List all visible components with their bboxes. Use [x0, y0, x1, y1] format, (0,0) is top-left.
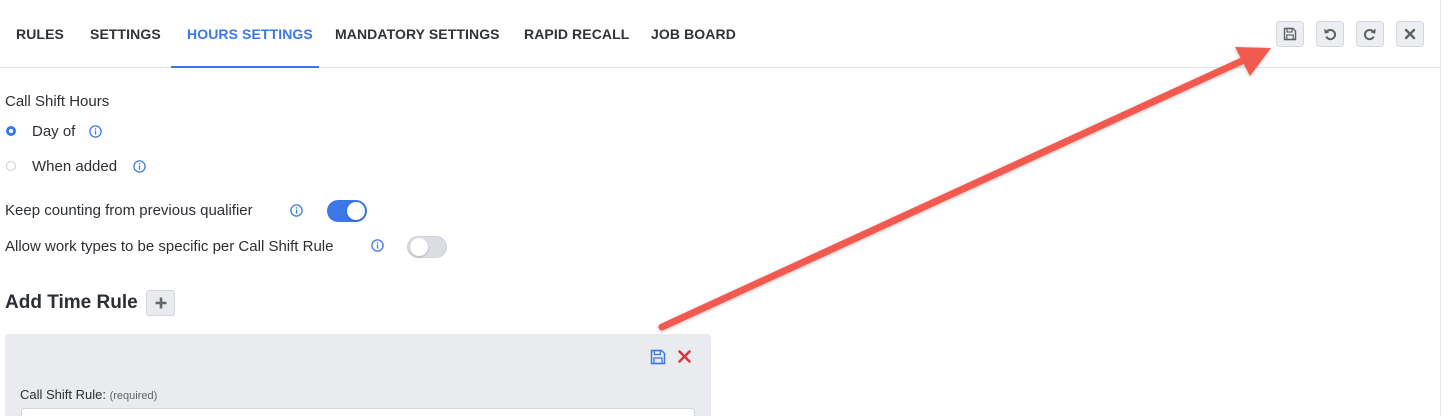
time-rule-card: Call Shift Rule: (required): [5, 334, 711, 416]
call-shift-rule-label: Call Shift Rule: (required): [20, 387, 157, 402]
undo-icon: [1324, 28, 1337, 41]
radio-when-added[interactable]: [6, 161, 16, 171]
radio-when-added-label[interactable]: When added: [32, 158, 117, 175]
save-icon: [1283, 27, 1297, 41]
save-button[interactable]: [1276, 21, 1304, 47]
radio-day-of[interactable]: [6, 126, 16, 136]
tab-rapid-recall[interactable]: RAPID RECALL: [524, 0, 629, 67]
scrollbar-track: [1440, 0, 1441, 416]
delete-icon[interactable]: [677, 349, 692, 364]
redo-icon: [1363, 28, 1376, 41]
info-icon[interactable]: [371, 239, 384, 252]
keep-counting-toggle[interactable]: [327, 200, 367, 222]
keep-counting-label: Keep counting from previous qualifier: [5, 202, 253, 219]
tab-hours-settings[interactable]: HOURS SETTINGS: [187, 0, 313, 67]
allow-work-types-label: Allow work types to be specific per Call…: [5, 238, 334, 255]
redo-button[interactable]: [1356, 21, 1384, 47]
close-icon: [1404, 28, 1416, 40]
call-shift-rule-label-text: Call Shift Rule:: [20, 387, 106, 402]
hours-settings-page: RULES SETTINGS HOURS SETTINGS MANDATORY …: [0, 0, 1454, 416]
close-button[interactable]: [1396, 21, 1424, 47]
add-time-rule-button[interactable]: [146, 290, 175, 316]
call-shift-hours-label: Call Shift Hours: [5, 93, 110, 110]
active-tab-indicator: [171, 66, 319, 68]
radio-day-of-label[interactable]: Day of: [32, 123, 75, 140]
tab-settings[interactable]: SETTINGS: [90, 0, 161, 67]
call-shift-rule-select[interactable]: [21, 408, 695, 416]
add-time-rule-heading: Add Time Rule: [5, 292, 138, 313]
undo-button[interactable]: [1316, 21, 1344, 47]
info-icon[interactable]: [89, 125, 102, 138]
tab-bar: RULES SETTINGS HOURS SETTINGS MANDATORY …: [0, 0, 1440, 68]
tab-job-board[interactable]: JOB BOARD: [651, 0, 736, 67]
toggle-knob: [410, 238, 428, 256]
tab-rules[interactable]: RULES: [16, 0, 64, 67]
tab-mandatory-settings[interactable]: MANDATORY SETTINGS: [335, 0, 500, 67]
save-icon[interactable]: [650, 349, 666, 365]
allow-work-types-toggle[interactable]: [407, 236, 447, 258]
plus-icon: [155, 297, 166, 309]
info-icon[interactable]: [290, 204, 303, 217]
toggle-knob: [347, 202, 365, 220]
required-hint: (required): [109, 390, 158, 402]
info-icon[interactable]: [133, 160, 146, 173]
